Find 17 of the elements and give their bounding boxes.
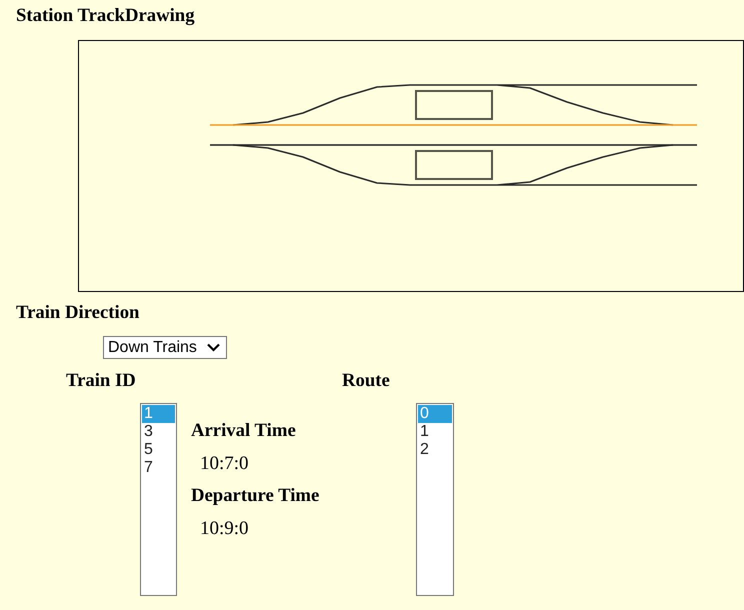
time-value: 10:7:0	[200, 453, 249, 475]
list-option[interactable]: 2	[418, 441, 452, 459]
list-option[interactable]: 3	[142, 423, 175, 441]
list-option[interactable]: 1	[418, 423, 452, 441]
section-heading: Train Direction	[16, 302, 140, 324]
listbox[interactable]: 0 1 2	[416, 403, 454, 596]
list-option[interactable]: 7	[142, 459, 175, 477]
column-heading: Train ID	[66, 370, 136, 392]
chevron-icon	[207, 343, 220, 352]
time-value: 10:9:0	[200, 518, 249, 540]
page-title: Station TrackDrawing	[16, 5, 195, 27]
direction-dropdown[interactable]: Down Trains	[103, 336, 227, 359]
time-label: Arrival Time	[191, 420, 296, 442]
list-option[interactable]: 5	[142, 441, 175, 459]
listbox[interactable]: 1 3 5 7	[140, 403, 177, 596]
time-label: Departure Time	[191, 485, 320, 507]
column-heading: Route	[342, 370, 390, 392]
